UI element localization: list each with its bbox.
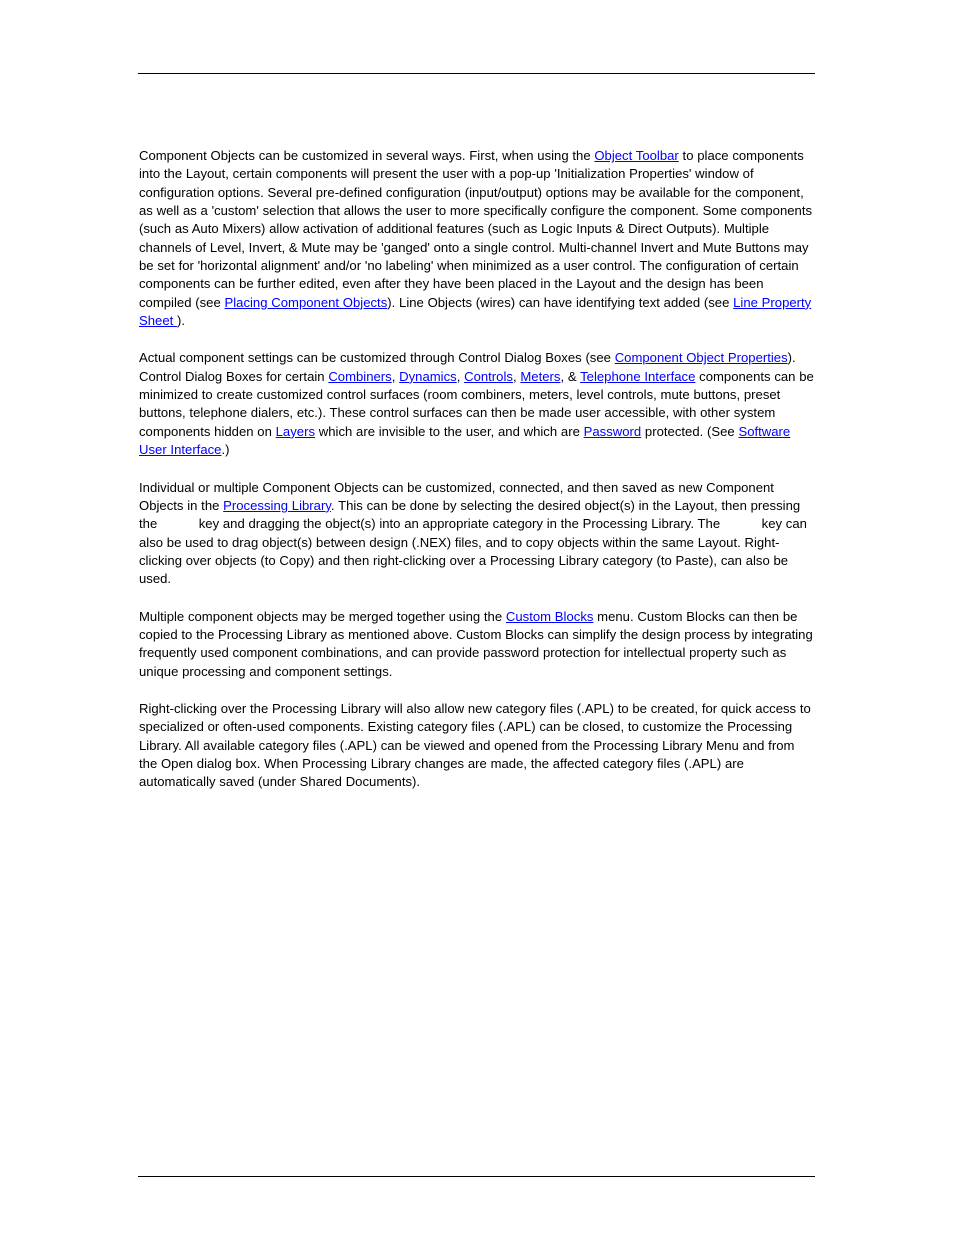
link-dynamics[interactable]: Dynamics (399, 369, 457, 384)
link-component-object-properties[interactable]: Component Object Properties (615, 350, 788, 365)
paragraph-1-text-4: ). (177, 313, 186, 329)
link-telephone-interface[interactable]: Telephone Interface (580, 369, 695, 384)
document-body: Component Objects can be customized in s… (139, 147, 814, 792)
link-custom-blocks[interactable]: Custom Blocks (506, 609, 594, 624)
paragraph-2-text-8: which are invisible to the user, and whi… (315, 423, 584, 439)
header-rule (138, 73, 815, 74)
paragraph-2-text-6: , & (560, 368, 581, 384)
link-object-toolbar[interactable]: Object Toolbar (594, 148, 678, 163)
paragraph-category-files: Right-clicking over the Processing Libra… (139, 700, 814, 792)
link-processing-library[interactable]: Processing Library (223, 498, 331, 513)
paragraph-3-text-3: key and dragging the object(s) into an a… (194, 516, 724, 532)
link-layers[interactable]: Layers (276, 424, 315, 439)
paragraph-2-text-4: , (456, 368, 465, 384)
link-controls[interactable]: Controls (464, 369, 513, 384)
paragraph-control-dialog-boxes: Actual component settings can be customi… (139, 349, 814, 459)
paragraph-customizing-component-objects: Component Objects can be customized in s… (139, 147, 814, 330)
link-combiners[interactable]: Combiners (328, 369, 391, 384)
paragraph-2-text-1: Actual component settings can be customi… (139, 350, 615, 366)
paragraph-1-text-1: Component Objects can be customized in s… (139, 148, 595, 163)
paragraph-1-text-3: ). Line Objects (wires) can have identif… (387, 294, 734, 310)
document-page: Component Objects can be customized in s… (0, 0, 954, 1235)
paragraph-custom-blocks: Multiple component objects may be merged… (139, 608, 814, 681)
link-password[interactable]: Password (584, 424, 642, 439)
paragraph-2-text-9: protected. (See (641, 423, 739, 439)
link-placing-component-objects[interactable]: Placing Component Objects (225, 295, 388, 310)
paragraph-saving-to-processing-library: Individual or multiple Component Objects… (139, 479, 814, 589)
link-meters[interactable]: Meters (520, 369, 560, 384)
paragraph-5-text-1: Right-clicking over the Processing Libra… (139, 700, 811, 790)
paragraph-1-text-2: to place components into the Layout, cer… (139, 148, 813, 310)
footer-rule (138, 1176, 815, 1177)
paragraph-4-text-1: Multiple component objects may be merged… (139, 608, 506, 624)
paragraph-2-text-10: .) (221, 442, 230, 458)
